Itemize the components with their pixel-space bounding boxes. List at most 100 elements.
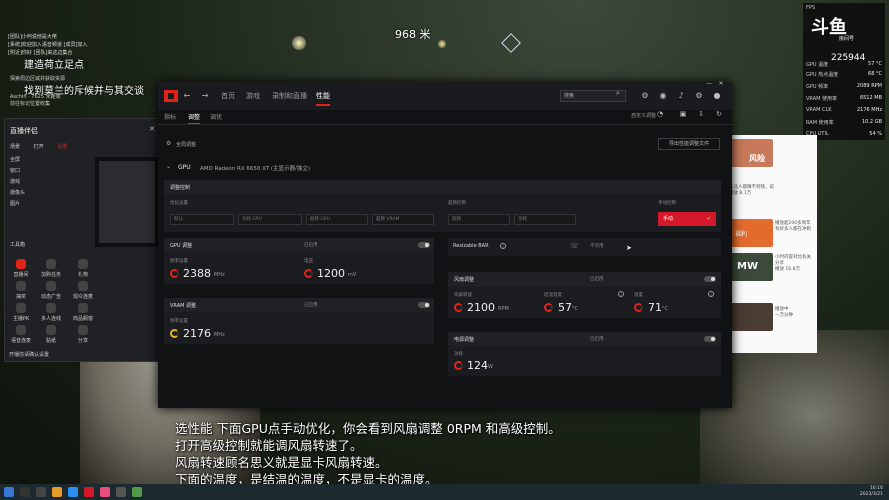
- temp-value[interactable]: 71: [648, 301, 662, 314]
- nav-home[interactable]: 首页: [221, 91, 235, 101]
- subtab-tuning[interactable]: 调整: [188, 112, 201, 125]
- save-icon[interactable]: ▣: [678, 110, 688, 118]
- info-icon[interactable]: i: [618, 291, 624, 297]
- overclock-option[interactable]: 超频: [448, 214, 510, 225]
- video-title[interactable]: 小时内容对比有关分享 播放 16.8万: [775, 255, 815, 273]
- reset-icon[interactable]: ↻: [714, 110, 724, 118]
- list-item[interactable]: 摄像头: [10, 188, 25, 199]
- close-icon[interactable]: ✕: [149, 125, 155, 133]
- close-icon[interactable]: ✕: [716, 80, 726, 87]
- notification-icon[interactable]: ♪: [676, 91, 686, 100]
- fan-tuning-status: 已启用: [590, 277, 604, 282]
- video-thumbnail[interactable]: 风险: [729, 139, 773, 167]
- list-item[interactable]: 游戏: [10, 177, 25, 188]
- gpu-voltage-unit: mV: [348, 272, 357, 278]
- bug-icon[interactable]: ⚙: [640, 91, 650, 100]
- preset-label: 优化设置: [170, 201, 188, 206]
- forward-icon[interactable]: →: [200, 91, 210, 100]
- preset-option[interactable]: 超频 VRAM: [372, 214, 434, 225]
- back-icon[interactable]: ←: [182, 91, 192, 100]
- power-tuning-toggle[interactable]: [704, 336, 716, 342]
- overclock-option[interactable]: 功耗: [514, 214, 576, 225]
- start-icon[interactable]: [4, 487, 14, 497]
- tool-footer: 开播前请确认设置: [9, 352, 50, 358]
- subtab-metrics[interactable]: 指标: [164, 112, 176, 121]
- tab-scene[interactable]: 场景: [10, 144, 20, 150]
- import-icon[interactable]: ⇩: [696, 110, 706, 118]
- user-icon[interactable]: ●: [712, 91, 722, 100]
- vram-tuning-status: 已启用: [304, 303, 318, 308]
- gpu-tuning-status: 已启用: [304, 243, 318, 248]
- chat-line: [系统]欢迎加入语音频道 [成员]加入: [8, 42, 88, 48]
- list-item[interactable]: 窗口: [10, 166, 25, 177]
- video-title[interactable]: 东北人都赚不到钱，说 播放 8.1万: [729, 185, 815, 197]
- list-item[interactable]: 全屏: [10, 155, 25, 166]
- power-unit: W: [488, 364, 493, 370]
- performance-overlay: FPS 斗鱼 房间号 225944 GPU 温度 57 °C GPU 热点温度 68…: [803, 3, 885, 140]
- settings-icon[interactable]: ⚙: [694, 91, 704, 100]
- subtab-optimize[interactable]: 调优: [210, 112, 222, 121]
- light-orb: [438, 40, 446, 48]
- fan-tuning-toggle[interactable]: [704, 276, 716, 282]
- preset-option[interactable]: 功耗 GPU: [238, 214, 302, 225]
- tool-item[interactable]: 商品橱窗: [71, 303, 95, 322]
- amd-app-icon[interactable]: [84, 487, 94, 497]
- video-thumbnail[interactable]: [729, 303, 773, 331]
- fan-tuning-panel: 风扇调整 已启用 风扇转速 2100 RPM 结温温度 i 57 °C 温度 i…: [448, 272, 721, 318]
- tool-item[interactable]: 加购任务: [39, 259, 63, 278]
- stream-app-icon[interactable]: [100, 487, 110, 497]
- video-title[interactable]: 播放中 一万分钟: [775, 307, 815, 319]
- tool-item[interactable]: 动态广告: [39, 281, 63, 300]
- minimize-icon[interactable]: —: [704, 80, 714, 87]
- tuning-control-panel: 调整控制 优化设置 默认 功耗 GPU 超频 GPU 超频 VRAM 超频控制 …: [164, 180, 721, 232]
- gpu-freq-value[interactable]: 2388: [183, 267, 211, 280]
- custom-tuning-label: 自定义调整: [631, 113, 657, 119]
- nav-performance[interactable]: 性能: [316, 91, 330, 106]
- nav-games[interactable]: 游戏: [246, 91, 260, 101]
- tool-item[interactable]: 分享: [71, 325, 95, 344]
- tool-item[interactable]: 多人连线: [39, 303, 63, 322]
- gauge-icon[interactable]: ◔: [655, 110, 665, 118]
- vram-freq-value[interactable]: 2176: [183, 327, 211, 340]
- vram-tuning-toggle[interactable]: [418, 302, 430, 308]
- nav-record-stream[interactable]: 录制和直播: [272, 91, 307, 101]
- video-thumbnail[interactable]: MW: [729, 253, 773, 281]
- taskview-icon[interactable]: [36, 487, 46, 497]
- gpu-tuning-toggle[interactable]: [418, 242, 430, 248]
- game-icon[interactable]: [116, 487, 126, 497]
- browser-icon[interactable]: [68, 487, 78, 497]
- global-tuning-label: 全局调整: [176, 142, 197, 148]
- tool-item[interactable]: 抽奖: [9, 281, 33, 300]
- tool-item[interactable]: 礼物: [71, 259, 95, 278]
- list-item[interactable]: 图片: [10, 199, 25, 210]
- tool-item[interactable]: 直播间: [9, 259, 33, 278]
- video-thumbnail[interactable]: 福利: [729, 219, 773, 247]
- tool-item[interactable]: 主播PK: [9, 303, 33, 322]
- manual-tuning-button[interactable]: 手动 ✓: [658, 212, 716, 226]
- tab-open[interactable]: 打开: [34, 144, 44, 150]
- tool-item[interactable]: 语音连麦: [9, 325, 33, 344]
- preset-option[interactable]: 超频 GPU: [306, 214, 368, 225]
- preset-option[interactable]: 默认: [170, 214, 234, 225]
- fan-tuning-title: 风扇调整: [454, 277, 475, 283]
- tool-item[interactable]: 观众连麦: [71, 281, 95, 300]
- power-value[interactable]: 124: [467, 359, 488, 372]
- info-icon[interactable]: i: [500, 243, 506, 249]
- tool-brand: 直播伴侣: [10, 127, 38, 135]
- power-tuning-title: 电源调整: [454, 337, 475, 343]
- tool-item[interactable]: 贴纸: [39, 325, 63, 344]
- chat-app-icon[interactable]: [132, 487, 142, 497]
- junction-temp-value[interactable]: 57: [558, 301, 572, 314]
- export-profile-button[interactable]: 导出性能调整文件: [658, 138, 720, 150]
- gpu-freq-gauge: [170, 269, 179, 278]
- gpu-voltage-value[interactable]: 1200: [317, 267, 345, 280]
- tab-settings[interactable]: 设置: [57, 144, 67, 150]
- globe-icon[interactable]: ◉: [658, 91, 668, 100]
- video-title[interactable]: 播放超200多周年 有好多人都在冲刺: [775, 221, 815, 233]
- fan-speed-value[interactable]: 2100: [467, 301, 495, 314]
- chevron-down-icon[interactable]: ⌄: [166, 163, 171, 170]
- info-icon[interactable]: i: [708, 291, 714, 297]
- explorer-icon[interactable]: [52, 487, 62, 497]
- search-icon[interactable]: [20, 487, 30, 497]
- power-label: 功耗: [454, 352, 463, 357]
